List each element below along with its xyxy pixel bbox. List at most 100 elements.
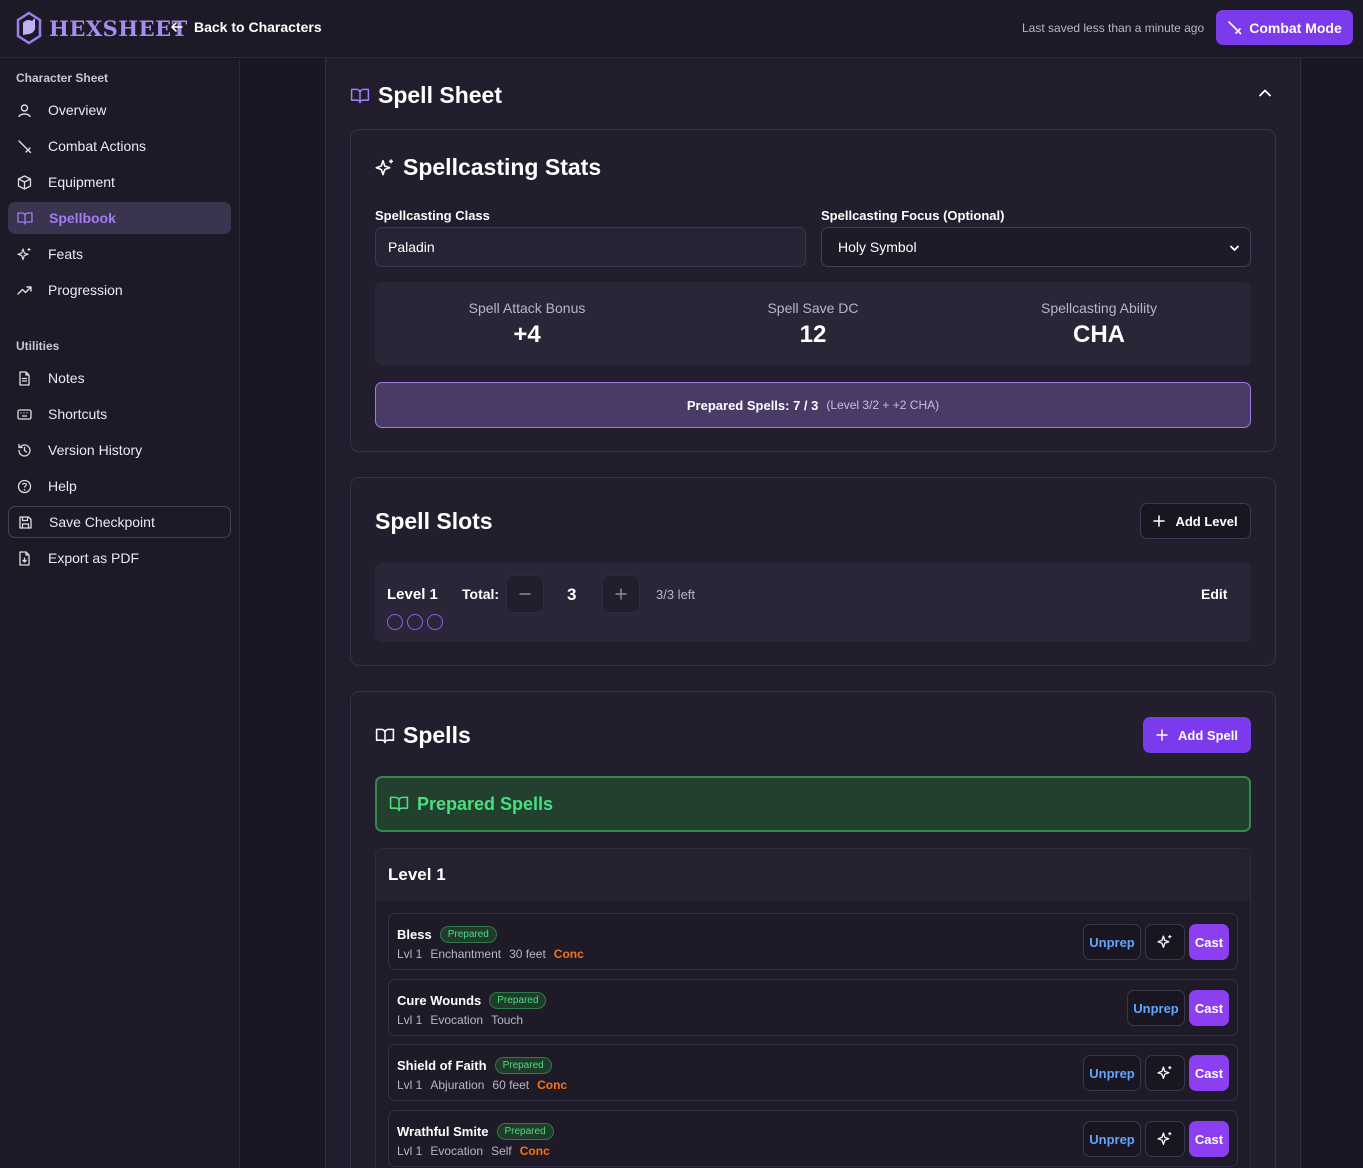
keyboard-icon	[17, 408, 32, 420]
sidebar-item-label: Equipment	[48, 174, 115, 190]
unprepare-button[interactable]: Unprep	[1127, 990, 1185, 1026]
sidebar-item-spellbook[interactable]: Spellbook	[8, 202, 231, 234]
collapse-button[interactable]	[1257, 85, 1273, 101]
spell-effect-button[interactable]	[1145, 1055, 1185, 1091]
sidebar-item-label: Combat Actions	[48, 138, 147, 154]
back-to-characters-link[interactable]: Back to Characters	[170, 19, 322, 35]
spell-school: Enchantment	[430, 947, 502, 961]
spell-effect-button[interactable]	[1145, 924, 1185, 960]
sidebar-section-character: Character Sheet	[16, 71, 109, 85]
plus-icon	[1153, 515, 1166, 527]
sidebar-section-utilities: Utilities	[16, 339, 60, 353]
unprepare-button[interactable]: Unprep	[1083, 1121, 1141, 1157]
plus-icon	[615, 588, 627, 600]
spell-meta: Lvl 1 Evocation Touch	[397, 1013, 523, 1027]
prepared-badge: Prepared	[496, 1123, 554, 1140]
slot-circle[interactable]	[407, 614, 423, 630]
spell-level: Lvl 1	[397, 1078, 423, 1092]
cast-button[interactable]: Cast	[1189, 924, 1229, 960]
spell-sheet-title: Spell Sheet	[350, 82, 502, 109]
spellcasting-focus-select[interactable]: Holy Symbol	[821, 227, 1251, 267]
slot-total-value: 3	[567, 585, 577, 604]
spellcasting-focus-label: Spellcasting Focus (Optional)	[821, 208, 1005, 223]
spell-meta: Lvl 1 Enchantment 30 feet Conc	[397, 947, 584, 961]
sidebar-item-label: Version History	[48, 442, 143, 458]
spell-attack-value: +4	[513, 321, 541, 348]
concentration-tag: Conc	[537, 1078, 568, 1092]
unprepare-button[interactable]: Unprep	[1083, 924, 1141, 960]
sidebar-item-help[interactable]: Help	[8, 470, 231, 502]
sidebar-item-label: Shortcuts	[48, 406, 108, 422]
prepared-spells-header-text: Prepared Spells	[417, 793, 554, 814]
sidebar-item-label: Progression	[48, 282, 123, 298]
edit-slots-button[interactable]: Edit	[1201, 586, 1227, 602]
plus-icon	[1156, 729, 1168, 741]
spellcasting-ability-label: Spellcasting Ability	[1041, 300, 1157, 316]
increment-slots-button[interactable]	[602, 575, 640, 613]
sidebar-item-label: Help	[48, 478, 77, 494]
spell-school: Evocation	[430, 1013, 484, 1027]
decrement-slots-button[interactable]	[506, 575, 544, 613]
spell-school: Evocation	[430, 1144, 484, 1158]
cast-button[interactable]: Cast	[1189, 1055, 1229, 1091]
sidebar-item-save-checkpoint[interactable]: Save Checkpoint	[8, 506, 231, 538]
spell-row-bless[interactable]: Bless Prepared Lvl 1 Enchantment 30 feet…	[388, 913, 1238, 970]
slot-circle[interactable]	[427, 614, 443, 630]
help-circle-icon	[17, 479, 32, 493]
concentration-tag: Conc	[519, 1144, 550, 1158]
book-open-icon	[350, 88, 370, 103]
slot-circle[interactable]	[387, 614, 403, 630]
spell-name-text: Bless	[397, 927, 432, 942]
add-spell-button[interactable]: Add Spell	[1143, 717, 1251, 753]
spell-attack-stat: Spell Attack Bonus +4	[381, 300, 673, 349]
spell-row-cure-wounds[interactable]: Cure Wounds Prepared Lvl 1 Evocation Tou…	[388, 979, 1238, 1036]
spellcasting-ability-value: CHA	[1073, 321, 1125, 348]
combat-mode-button[interactable]: Combat Mode	[1216, 10, 1353, 45]
slot-level-label: Level 1	[387, 586, 438, 603]
spells-card: Spells Add Spell Prepared Spells Level 1…	[350, 691, 1276, 1168]
add-level-label: Add Level	[1175, 513, 1238, 529]
spell-name: Cure Wounds Prepared	[397, 992, 547, 1009]
prepared-count-formula: (Level 3/2 + +2 CHA)	[826, 398, 940, 412]
cast-button[interactable]: Cast	[1189, 990, 1229, 1026]
spell-slot-level-row: Level 1 Total: 3 3/3 left Edit	[375, 563, 1251, 642]
spell-meta: Lvl 1 Abjuration 60 feet Conc	[397, 1078, 567, 1092]
sidebar-item-notes[interactable]: Notes	[8, 362, 231, 394]
cast-button[interactable]: Cast	[1189, 1121, 1229, 1157]
spell-level-group-label: Level 1	[388, 865, 446, 884]
sidebar-item-label: Overview	[48, 102, 107, 118]
sidebar-item-feats[interactable]: Feats	[8, 238, 231, 270]
prepared-badge: Prepared	[489, 992, 547, 1009]
slot-tracker	[387, 614, 443, 630]
spell-effect-button[interactable]	[1145, 1121, 1185, 1157]
sidebar-item-version-history[interactable]: Version History	[8, 434, 231, 466]
spell-save-dc-value: 12	[799, 321, 827, 348]
add-level-button[interactable]: Add Level	[1140, 503, 1251, 539]
unprepare-button[interactable]: Unprep	[1083, 1055, 1141, 1091]
combat-mode-label: Combat Mode	[1249, 19, 1342, 36]
sidebar-item-overview[interactable]: Overview	[8, 94, 231, 126]
spell-row-shield-of-faith[interactable]: Shield of Faith Prepared Lvl 1 Abjuratio…	[388, 1044, 1238, 1101]
spell-name-text: Wrathful Smite	[397, 1124, 489, 1139]
prepared-badge: Prepared	[439, 926, 497, 943]
spellcasting-class-input[interactable]: Paladin	[375, 227, 806, 267]
spell-slots-title: Spell Slots	[375, 508, 493, 534]
arrow-left-icon	[171, 22, 183, 32]
sidebar-item-shortcuts[interactable]: Shortcuts	[8, 398, 231, 430]
sidebar-item-combat-actions[interactable]: Combat Actions	[8, 130, 231, 162]
sword-icon	[18, 139, 32, 153]
sidebar-item-export-pdf[interactable]: Export as PDF	[8, 542, 231, 574]
spellcasting-focus-value: Holy Symbol	[838, 239, 917, 255]
spell-level: Lvl 1	[397, 1144, 423, 1158]
prepared-spells-count: Prepared Spells: 7 / 3 (Level 3/2 + +2 C…	[375, 382, 1251, 428]
app-logo[interactable]: HEXSHEET	[15, 11, 188, 45]
spell-range: 30 feet	[509, 947, 546, 961]
sidebar-item-progression[interactable]: Progression	[8, 274, 231, 306]
concentration-tag: Conc	[553, 947, 584, 961]
sidebar-item-label: Save Checkpoint	[49, 514, 155, 530]
sidebar-item-equipment[interactable]: Equipment	[8, 166, 231, 198]
prepared-spells-header[interactable]: Prepared Spells	[375, 776, 1251, 832]
spells-title: Spells	[375, 722, 471, 749]
sidebar-item-label: Feats	[48, 246, 84, 262]
spell-row-wrathful-smite[interactable]: Wrathful Smite Prepared Lvl 1 Evocation …	[388, 1110, 1238, 1167]
